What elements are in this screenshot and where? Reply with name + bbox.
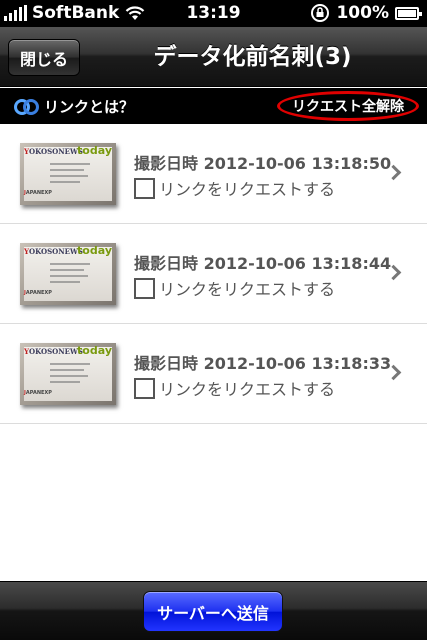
date-value: 2012-10-06 13:18:50 xyxy=(203,154,392,173)
business-card-thumbnail: YOKOSONEWS today JAPANEXP xyxy=(20,143,116,205)
card-logo: YOKOSONEWS xyxy=(24,247,83,256)
card-company: JAPANEXP xyxy=(24,390,52,396)
rotation-lock-icon xyxy=(311,4,330,22)
card-badge: today xyxy=(77,244,112,257)
request-link-option[interactable]: リンクをリクエストする xyxy=(134,176,335,200)
battery-icon xyxy=(395,6,422,20)
date-label: 撮影日時 xyxy=(134,154,199,173)
link-help-button[interactable]: リンクとは？ xyxy=(14,96,134,117)
card-company: JAPANEXP xyxy=(24,290,52,296)
battery-percent: 100% xyxy=(336,3,389,23)
request-link-checkbox[interactable] xyxy=(134,377,155,399)
card-list: YOKOSONEWS today JAPANEXP 撮影日時 2012-10-0… xyxy=(0,124,427,424)
link-help-label: リンクとは？ xyxy=(44,98,135,116)
status-right: 100% xyxy=(310,3,422,23)
send-to-server-button[interactable]: サーバーへ送信 xyxy=(143,591,283,632)
nav-bar: 閉じる データ化前名刺(3) xyxy=(0,27,427,87)
status-bar: SoftBank 13:19 100% xyxy=(0,0,427,27)
date-value: 2012-10-06 13:18:33 xyxy=(203,354,392,373)
business-card-thumbnail: YOKOSONEWS today JAPANEXP xyxy=(20,343,116,405)
request-link-label: リンクをリクエストする xyxy=(159,380,336,399)
card-company: JAPANEXP xyxy=(24,190,52,196)
date-label: 撮影日時 xyxy=(134,254,199,273)
page-title: データ化前名刺(3) xyxy=(153,44,352,70)
list-item[interactable]: YOKOSONEWS today JAPANEXP 撮影日時 2012-10-0… xyxy=(0,124,427,224)
capture-datetime: 撮影日時 2012-10-06 13:18:50 xyxy=(134,150,391,174)
link-rings-icon xyxy=(14,98,40,116)
card-logo: YOKOSONEWS xyxy=(24,347,83,356)
capture-datetime: 撮影日時 2012-10-06 13:18:33 xyxy=(134,350,391,374)
card-badge: today xyxy=(77,344,112,357)
clear-all-requests-button[interactable]: リクエスト全解除 xyxy=(277,91,419,121)
card-badge: today xyxy=(77,144,112,157)
request-link-option[interactable]: リンクをリクエストする xyxy=(134,376,335,400)
request-link-checkbox[interactable] xyxy=(134,277,155,299)
request-link-label: リンクをリクエストする xyxy=(159,180,336,199)
request-link-label: リンクをリクエストする xyxy=(159,280,336,299)
link-bar: リンクとは？ リクエスト全解除 xyxy=(0,88,427,124)
date-value: 2012-10-06 13:18:44 xyxy=(203,254,392,273)
list-item[interactable]: YOKOSONEWS today JAPANEXP 撮影日時 2012-10-0… xyxy=(0,324,427,424)
battery-fill xyxy=(398,9,416,17)
request-link-option[interactable]: リンクをリクエストする xyxy=(134,276,335,300)
capture-datetime: 撮影日時 2012-10-06 13:18:44 xyxy=(134,250,391,274)
business-card-thumbnail: YOKOSONEWS today JAPANEXP xyxy=(20,243,116,305)
list-item[interactable]: YOKOSONEWS today JAPANEXP 撮影日時 2012-10-0… xyxy=(0,224,427,324)
date-label: 撮影日時 xyxy=(134,354,199,373)
request-link-checkbox[interactable] xyxy=(134,177,155,199)
bottom-toolbar: サーバーへ送信 xyxy=(0,581,427,640)
card-logo: YOKOSONEWS xyxy=(24,147,83,156)
close-button[interactable]: 閉じる xyxy=(8,39,80,76)
